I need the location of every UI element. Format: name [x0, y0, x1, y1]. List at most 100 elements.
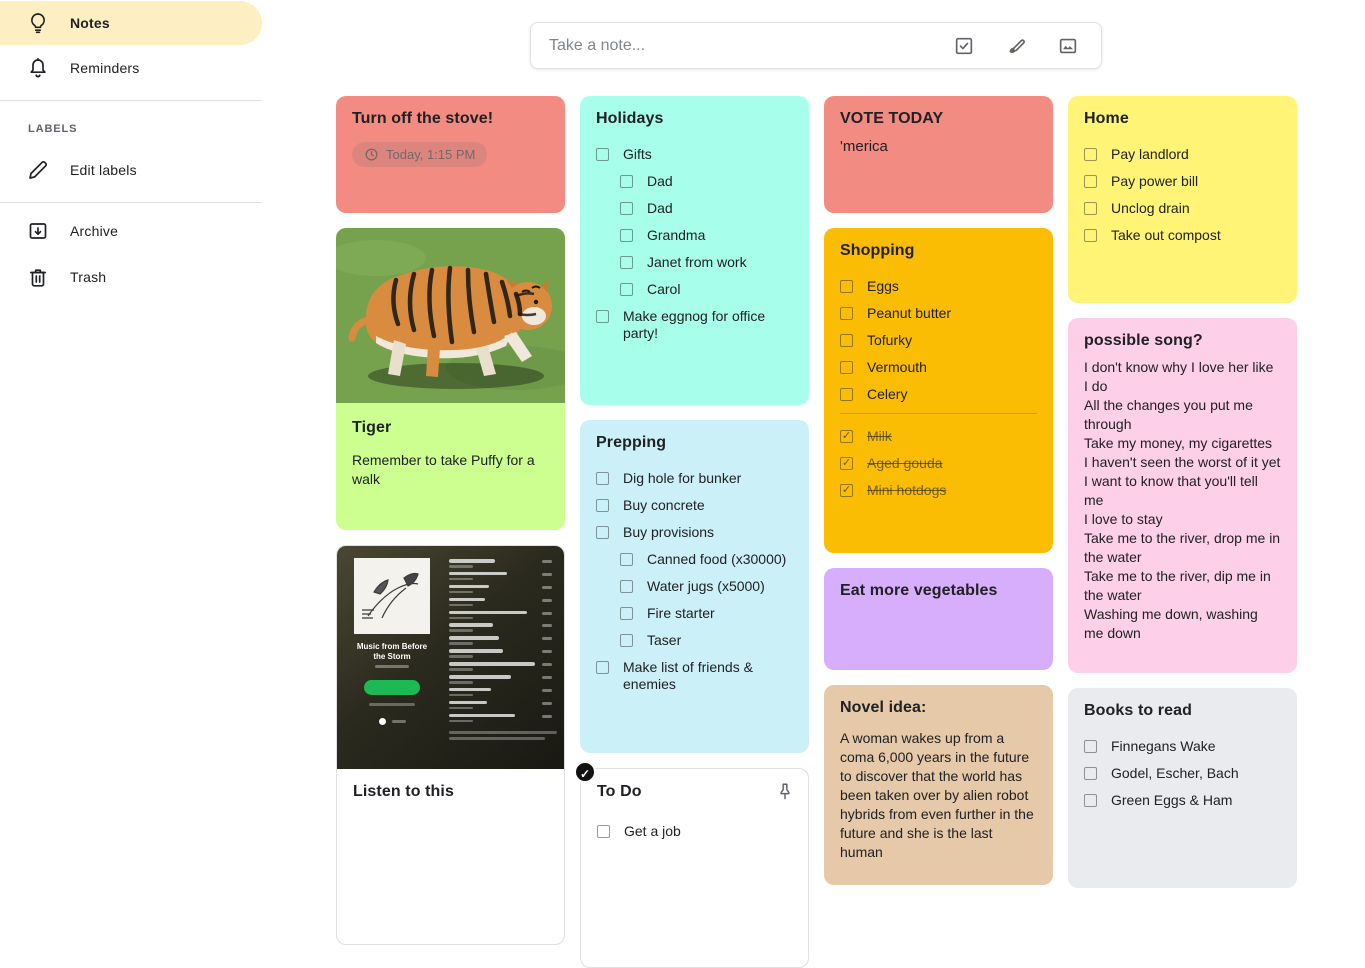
checklist-item[interactable]: ✓Mini hotdogs	[840, 482, 1037, 499]
checklist-item-label: Godel, Escher, Bach	[1111, 765, 1239, 782]
checkbox-icon[interactable]	[1084, 794, 1097, 807]
checklist-item[interactable]: Vermouth	[840, 359, 1037, 376]
note-to-do[interactable]: ✓ To Do Get a job	[580, 768, 809, 968]
checklist-item[interactable]: Eggs	[840, 278, 1037, 295]
checkbox-icon[interactable]	[620, 175, 633, 188]
checkbox-icon[interactable]	[1084, 175, 1097, 188]
checkbox-icon[interactable]	[1084, 229, 1097, 242]
checklist-item[interactable]: Water jugs (x5000)	[620, 578, 793, 595]
checklist-item-label: Aged gouda	[867, 455, 943, 472]
checklist-item[interactable]: Taser	[620, 632, 793, 649]
checklist-item[interactable]: Take out compost	[1084, 227, 1281, 244]
note-tiger[interactable]: Tiger Remember to take Puffy for a walk	[336, 228, 565, 530]
sidebar-item-edit-labels[interactable]: Edit labels	[0, 148, 262, 192]
checklist-item[interactable]: Dad	[620, 173, 793, 190]
take-a-note-bar[interactable]: Take a note...	[530, 22, 1102, 69]
note-selected-check-icon[interactable]: ✓	[574, 761, 596, 783]
checkbox-icon[interactable]	[620, 553, 633, 566]
checkbox-icon[interactable]	[1084, 202, 1097, 215]
checkbox-icon[interactable]	[597, 825, 610, 838]
checklist-item-label: Pay power bill	[1111, 173, 1198, 190]
note-books-to-read[interactable]: Books to read Finnegans WakeGodel, Esche…	[1068, 688, 1297, 888]
pin-icon[interactable]	[774, 781, 796, 803]
checklist-item[interactable]: Fire starter	[620, 605, 793, 622]
take-a-note-input[interactable]: Take a note...	[549, 37, 953, 55]
checklist-item[interactable]: Make list of friends & enemies	[596, 659, 793, 693]
checkbox-icon[interactable]	[596, 472, 609, 485]
checklist-item[interactable]: Make eggnog for office party!	[596, 308, 793, 342]
sidebar-item-trash[interactable]: Trash	[0, 255, 262, 299]
checklist-item[interactable]: Grandma	[620, 227, 793, 244]
checklist-item[interactable]: Godel, Escher, Bach	[1084, 765, 1281, 782]
checklist-item-label: Dad	[647, 173, 673, 190]
checklist-item[interactable]: Finnegans Wake	[1084, 738, 1281, 755]
checklist-item[interactable]: Dig hole for bunker	[596, 470, 793, 487]
checkbox-icon[interactable]	[596, 310, 609, 323]
checkbox-icon[interactable]	[596, 148, 609, 161]
note-novel-idea[interactable]: Novel idea: A woman wakes up from a coma…	[824, 685, 1053, 885]
checkbox-icon[interactable]	[1084, 740, 1097, 753]
reminder-chip[interactable]: Today, 1:15 PM	[352, 142, 487, 167]
note-shopping[interactable]: Shopping EggsPeanut butterTofurkyVermout…	[824, 228, 1053, 553]
note-title: Novel idea:	[840, 699, 1037, 717]
checklist-item[interactable]: Pay power bill	[1084, 173, 1281, 190]
new-drawing-icon[interactable]	[1005, 35, 1027, 57]
note-home[interactable]: Home Pay landlordPay power billUnclog dr…	[1068, 96, 1297, 303]
checklist-item[interactable]: ✓Milk	[840, 428, 1037, 445]
checked-checkbox-icon[interactable]: ✓	[840, 457, 853, 470]
checklist-item[interactable]: Tofurky	[840, 332, 1037, 349]
checklist-item[interactable]: Gifts	[596, 146, 793, 163]
checkbox-icon[interactable]	[840, 307, 853, 320]
note-body: 'merica	[840, 137, 1037, 156]
checkbox-icon[interactable]	[620, 256, 633, 269]
checklist-item[interactable]: Unclog drain	[1084, 200, 1281, 217]
checklist-item[interactable]: Green Eggs & Ham	[1084, 792, 1281, 809]
note-listen-to-this[interactable]: Music from Before the Storm Listen to th…	[336, 545, 565, 945]
checklist-item[interactable]: Get a job	[597, 823, 792, 840]
checkbox-icon[interactable]	[1084, 148, 1097, 161]
note-vote-today[interactable]: VOTE TODAY 'merica	[824, 96, 1053, 213]
checklist-item[interactable]: ✓ Aged gouda	[840, 455, 1037, 472]
checkbox-icon[interactable]	[840, 361, 853, 374]
sidebar-item-reminders[interactable]: Reminders	[0, 46, 262, 90]
checklist-item-label: Dig hole for bunker	[623, 470, 741, 487]
checklist-item[interactable]: Buy provisions	[596, 524, 793, 541]
checklist-item[interactable]: Celery	[840, 386, 1037, 403]
checkbox-icon[interactable]	[1084, 767, 1097, 780]
checkbox-icon[interactable]	[840, 388, 853, 401]
checkbox-icon[interactable]	[596, 526, 609, 539]
checkbox-icon[interactable]	[596, 499, 609, 512]
checked-checkbox-icon[interactable]: ✓	[840, 484, 853, 497]
archive-icon	[26, 219, 50, 243]
note-turn-off-the-stove[interactable]: Turn off the stove! Today, 1:15 PM	[336, 96, 565, 213]
checkbox-icon[interactable]	[620, 634, 633, 647]
checklist-item[interactable]: Carol	[620, 281, 793, 298]
sidebar-item-archive[interactable]: Archive	[0, 209, 262, 253]
checklist-item-label: Green Eggs & Ham	[1111, 792, 1232, 809]
checkbox-icon[interactable]	[620, 607, 633, 620]
tiger-photo	[336, 228, 565, 403]
new-checklist-icon[interactable]	[953, 35, 975, 57]
checked-checkbox-icon[interactable]: ✓	[840, 430, 853, 443]
note-eat-more-vegetables[interactable]: Eat more vegetables	[824, 568, 1053, 670]
checklist-item[interactable]: Canned food (x30000)	[620, 551, 793, 568]
checkbox-icon[interactable]	[620, 580, 633, 593]
checklist-item[interactable]: Peanut butter	[840, 305, 1037, 322]
checklist-item[interactable]: Janet from work	[620, 254, 793, 271]
note-possible-song[interactable]: possible song? I don't know why I love h…	[1068, 318, 1297, 673]
checklist-item[interactable]: Pay landlord	[1084, 146, 1281, 163]
checkbox-icon[interactable]	[620, 229, 633, 242]
checklist-item-label: Make list of friends & enemies	[623, 659, 793, 693]
checkbox-icon[interactable]	[620, 283, 633, 296]
new-image-icon[interactable]	[1057, 35, 1079, 57]
checklist-item[interactable]: Dad	[620, 200, 793, 217]
checklist-item[interactable]: Buy concrete	[596, 497, 793, 514]
track-row	[441, 713, 554, 726]
note-prepping[interactable]: Prepping Dig hole for bunkerBuy concrete…	[580, 420, 809, 753]
checkbox-icon[interactable]	[840, 280, 853, 293]
sidebar-item-notes[interactable]: Notes	[0, 1, 262, 45]
checkbox-icon[interactable]	[596, 661, 609, 674]
checkbox-icon[interactable]	[840, 334, 853, 347]
checkbox-icon[interactable]	[620, 202, 633, 215]
note-holidays[interactable]: Holidays GiftsDadDadGrandmaJanet from wo…	[580, 96, 809, 405]
